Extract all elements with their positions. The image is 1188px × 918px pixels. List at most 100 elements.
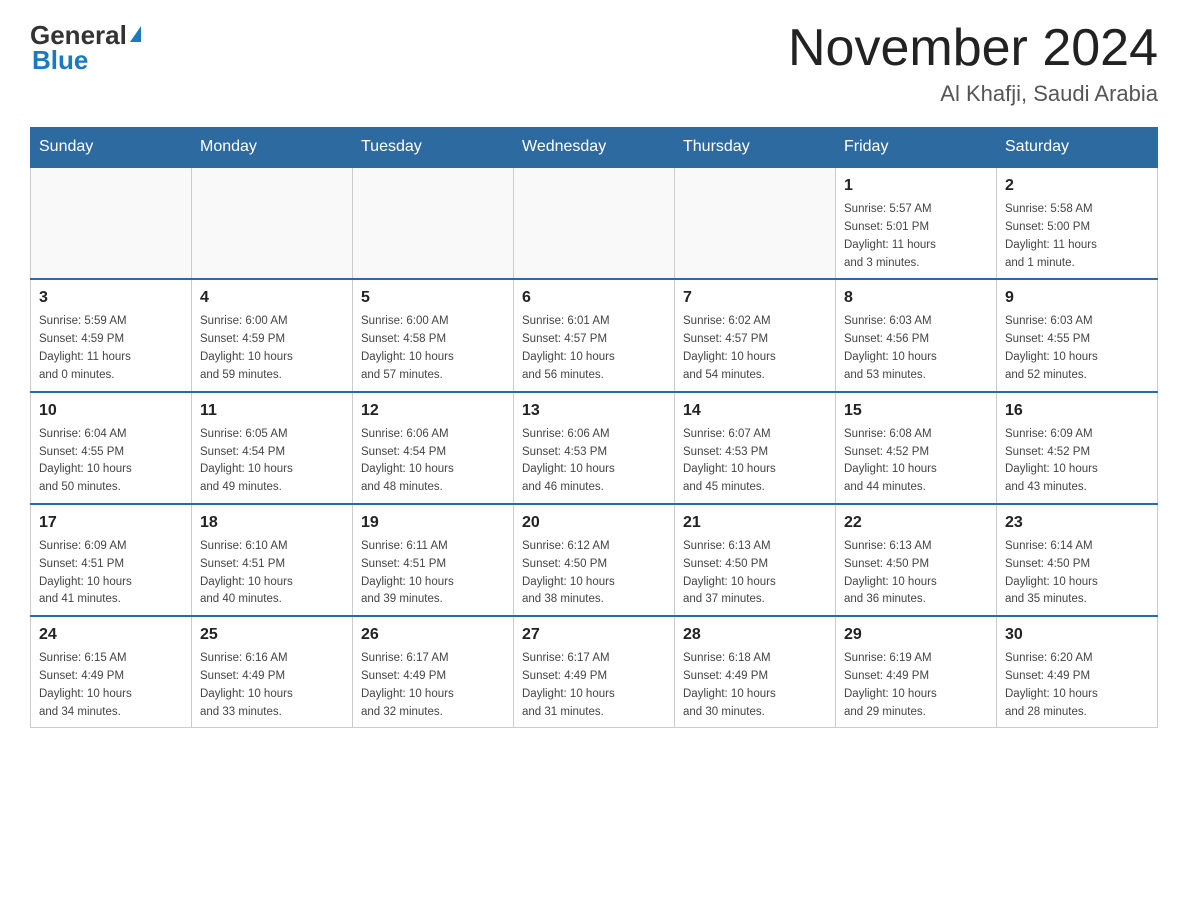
day-number: 13 [522,399,666,423]
day-number: 21 [683,511,827,535]
calendar-cell: 8 Sunrise: 6:03 AMSunset: 4:56 PMDaylight… [836,279,997,391]
day-info: Sunrise: 6:09 AMSunset: 4:52 PMDaylight:… [1005,426,1149,497]
calendar-cell: 27 Sunrise: 6:17 AMSunset: 4:49 PMDayligh… [514,616,675,728]
logo-blue-text: Blue [32,45,88,76]
calendar-cell [31,167,192,279]
day-info: Sunrise: 6:06 AMSunset: 4:53 PMDaylight:… [522,426,666,497]
day-number: 10 [39,399,183,423]
calendar-cell: 2 Sunrise: 5:58 AMSunset: 5:00 PMDaylight… [997,167,1158,279]
day-info: Sunrise: 5:59 AMSunset: 4:59 PMDaylight:… [39,313,183,384]
col-header-saturday: Saturday [997,128,1158,168]
day-info: Sunrise: 6:14 AMSunset: 4:50 PMDaylight:… [1005,538,1149,609]
logo-triangle-icon [130,26,141,42]
day-info: Sunrise: 6:02 AMSunset: 4:57 PMDaylight:… [683,313,827,384]
day-number: 9 [1005,286,1149,310]
day-number: 28 [683,623,827,647]
calendar-cell: 30Sunrise: 6:20 AMSunset: 4:49 PMDayligh… [997,616,1158,728]
calendar-cell: 23 Sunrise: 6:14 AMSunset: 4:50 PMDayligh… [997,504,1158,616]
calendar-cell: 20 Sunrise: 6:12 AMSunset: 4:50 PMDayligh… [514,504,675,616]
day-number: 7 [683,286,827,310]
calendar-cell: 11 Sunrise: 6:05 AMSunset: 4:54 PMDayligh… [192,392,353,504]
week-row-4: 17 Sunrise: 6:09 AMSunset: 4:51 PMDayligh… [31,504,1158,616]
day-info: Sunrise: 6:13 AMSunset: 4:50 PMDaylight:… [844,538,988,609]
calendar-cell: 29 Sunrise: 6:19 AMSunset: 4:49 PMDayligh… [836,616,997,728]
calendar-cell: 26 Sunrise: 6:17 AMSunset: 4:49 PMDayligh… [353,616,514,728]
day-number: 15 [844,399,988,423]
day-number: 6 [522,286,666,310]
calendar-cell: 16 Sunrise: 6:09 AMSunset: 4:52 PMDayligh… [997,392,1158,504]
day-number: 14 [683,399,827,423]
day-info: Sunrise: 6:17 AMSunset: 4:49 PMDaylight:… [522,650,666,721]
calendar-cell: 10 Sunrise: 6:04 AMSunset: 4:55 PMDayligh… [31,392,192,504]
calendar-cell: 12Sunrise: 6:06 AMSunset: 4:54 PMDayligh… [353,392,514,504]
day-info: Sunrise: 6:17 AMSunset: 4:49 PMDaylight:… [361,650,505,721]
calendar-cell [353,167,514,279]
logo: General Blue [30,20,141,76]
location-subtitle: Al Khafji, Saudi Arabia [788,81,1158,107]
day-number: 5 [361,286,505,310]
page-header: General Blue November 2024 Al Khafji, Sa… [30,20,1158,107]
day-info: Sunrise: 5:58 AMSunset: 5:00 PMDaylight:… [1005,201,1149,272]
day-info: Sunrise: 6:00 AMSunset: 4:58 PMDaylight:… [361,313,505,384]
day-info: Sunrise: 5:57 AMSunset: 5:01 PMDaylight:… [844,201,988,272]
day-number: 20 [522,511,666,535]
calendar-cell: 28 Sunrise: 6:18 AMSunset: 4:49 PMDayligh… [675,616,836,728]
day-info: Sunrise: 6:15 AMSunset: 4:49 PMDaylight:… [39,650,183,721]
day-info: Sunrise: 6:03 AMSunset: 4:56 PMDaylight:… [844,313,988,384]
day-info: Sunrise: 6:16 AMSunset: 4:49 PMDaylight:… [200,650,344,721]
day-info: Sunrise: 6:09 AMSunset: 4:51 PMDaylight:… [39,538,183,609]
calendar-cell: 13 Sunrise: 6:06 AMSunset: 4:53 PMDayligh… [514,392,675,504]
day-number: 19 [361,511,505,535]
col-header-wednesday: Wednesday [514,128,675,168]
day-info: Sunrise: 6:10 AMSunset: 4:51 PMDaylight:… [200,538,344,609]
day-number: 27 [522,623,666,647]
day-number: 11 [200,399,344,423]
day-number: 22 [844,511,988,535]
day-number: 16 [1005,399,1149,423]
calendar-cell: 5 Sunrise: 6:00 AMSunset: 4:58 PMDaylight… [353,279,514,391]
calendar-cell: 25 Sunrise: 6:16 AMSunset: 4:49 PMDayligh… [192,616,353,728]
day-info: Sunrise: 6:06 AMSunset: 4:54 PMDaylight:… [361,426,505,497]
calendar-cell: 1 Sunrise: 5:57 AMSunset: 5:01 PMDaylight… [836,167,997,279]
calendar-cell: 21Sunrise: 6:13 AMSunset: 4:50 PMDayligh… [675,504,836,616]
day-info: Sunrise: 6:01 AMSunset: 4:57 PMDaylight:… [522,313,666,384]
day-number: 25 [200,623,344,647]
day-number: 2 [1005,174,1149,198]
calendar-table: SundayMondayTuesdayWednesdayThursdayFrid… [30,127,1158,728]
col-header-tuesday: Tuesday [353,128,514,168]
col-header-monday: Monday [192,128,353,168]
calendar-cell: 24 Sunrise: 6:15 AMSunset: 4:49 PMDayligh… [31,616,192,728]
day-number: 17 [39,511,183,535]
day-number: 29 [844,623,988,647]
week-row-1: 1 Sunrise: 5:57 AMSunset: 5:01 PMDaylight… [31,167,1158,279]
day-info: Sunrise: 6:18 AMSunset: 4:49 PMDaylight:… [683,650,827,721]
week-row-3: 10 Sunrise: 6:04 AMSunset: 4:55 PMDayligh… [31,392,1158,504]
day-number: 26 [361,623,505,647]
day-info: Sunrise: 6:05 AMSunset: 4:54 PMDaylight:… [200,426,344,497]
calendar-cell [675,167,836,279]
calendar-cell: 9 Sunrise: 6:03 AMSunset: 4:55 PMDaylight… [997,279,1158,391]
day-number: 24 [39,623,183,647]
day-number: 1 [844,174,988,198]
day-number: 23 [1005,511,1149,535]
calendar-cell: 3Sunrise: 5:59 AMSunset: 4:59 PMDaylight… [31,279,192,391]
day-info: Sunrise: 6:11 AMSunset: 4:51 PMDaylight:… [361,538,505,609]
header-row: SundayMondayTuesdayWednesdayThursdayFrid… [31,128,1158,168]
day-number: 4 [200,286,344,310]
day-info: Sunrise: 6:07 AMSunset: 4:53 PMDaylight:… [683,426,827,497]
calendar-cell: 15Sunrise: 6:08 AMSunset: 4:52 PMDayligh… [836,392,997,504]
month-year-title: November 2024 [788,20,1158,77]
day-info: Sunrise: 6:19 AMSunset: 4:49 PMDaylight:… [844,650,988,721]
day-info: Sunrise: 6:00 AMSunset: 4:59 PMDaylight:… [200,313,344,384]
day-info: Sunrise: 6:04 AMSunset: 4:55 PMDaylight:… [39,426,183,497]
day-info: Sunrise: 6:12 AMSunset: 4:50 PMDaylight:… [522,538,666,609]
title-section: November 2024 Al Khafji, Saudi Arabia [788,20,1158,107]
calendar-cell: 22 Sunrise: 6:13 AMSunset: 4:50 PMDayligh… [836,504,997,616]
col-header-thursday: Thursday [675,128,836,168]
day-info: Sunrise: 6:03 AMSunset: 4:55 PMDaylight:… [1005,313,1149,384]
day-number: 8 [844,286,988,310]
week-row-5: 24 Sunrise: 6:15 AMSunset: 4:49 PMDayligh… [31,616,1158,728]
calendar-cell [514,167,675,279]
calendar-cell: 19 Sunrise: 6:11 AMSunset: 4:51 PMDayligh… [353,504,514,616]
calendar-cell: 4 Sunrise: 6:00 AMSunset: 4:59 PMDaylight… [192,279,353,391]
